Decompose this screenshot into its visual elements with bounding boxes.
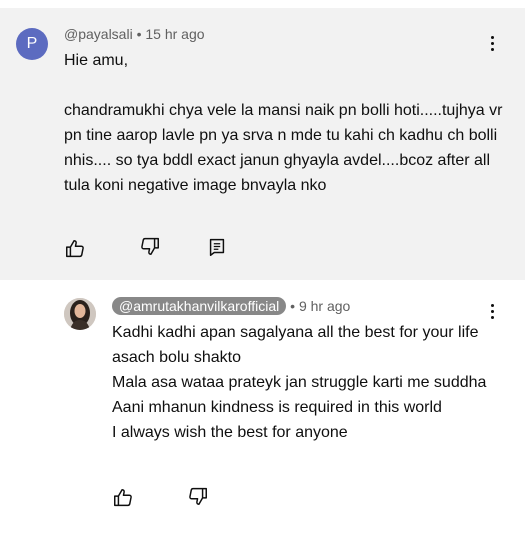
comment-line: chandramukhi chya vele la mansi naik pn … xyxy=(64,102,503,194)
like-icon[interactable] xyxy=(112,487,134,509)
reply-line: Mala asa wataa prateyk jan struggle kart… xyxy=(112,374,487,391)
reply-time[interactable]: 9 hr ago xyxy=(299,298,350,314)
more-vert-icon[interactable] xyxy=(484,302,500,322)
meta-separator: • xyxy=(290,298,296,314)
comment-time[interactable]: 15 hr ago xyxy=(145,26,204,42)
reply-icon[interactable] xyxy=(206,236,228,258)
avatar[interactable] xyxy=(64,298,96,330)
reply-avatar-photo xyxy=(64,298,96,330)
reply-text: Kadhi kadhi apan sagalyana all the best … xyxy=(112,320,502,445)
author-handle[interactable]: @payalsali xyxy=(64,26,133,42)
reply-line: Aani mhanun kindness is required in this… xyxy=(112,399,442,416)
creator-name-chip[interactable]: @amrutakhanvilkarofficial xyxy=(112,297,287,315)
comment-line xyxy=(64,73,504,98)
reply-meta: @amrutakhanvilkarofficial • 9 hr ago xyxy=(112,297,350,315)
meta-separator: • xyxy=(136,26,142,42)
avatar[interactable]: P xyxy=(16,28,48,60)
comment-line: Hie amu, xyxy=(64,52,129,69)
dislike-icon[interactable] xyxy=(187,485,209,507)
reply-line: I always wish the best for anyone xyxy=(112,424,348,441)
comment-text: Hie amu, chandramukhi chya vele la mansi… xyxy=(64,48,504,198)
reply-line: Kadhi kadhi apan sagalyana all the best … xyxy=(112,324,479,366)
dislike-icon[interactable] xyxy=(139,235,161,257)
like-icon[interactable] xyxy=(64,238,86,260)
comment-card: P @payalsali • 15 hr ago Hie amu, chandr… xyxy=(0,8,525,280)
comment-meta: @payalsali • 15 hr ago xyxy=(64,26,205,42)
